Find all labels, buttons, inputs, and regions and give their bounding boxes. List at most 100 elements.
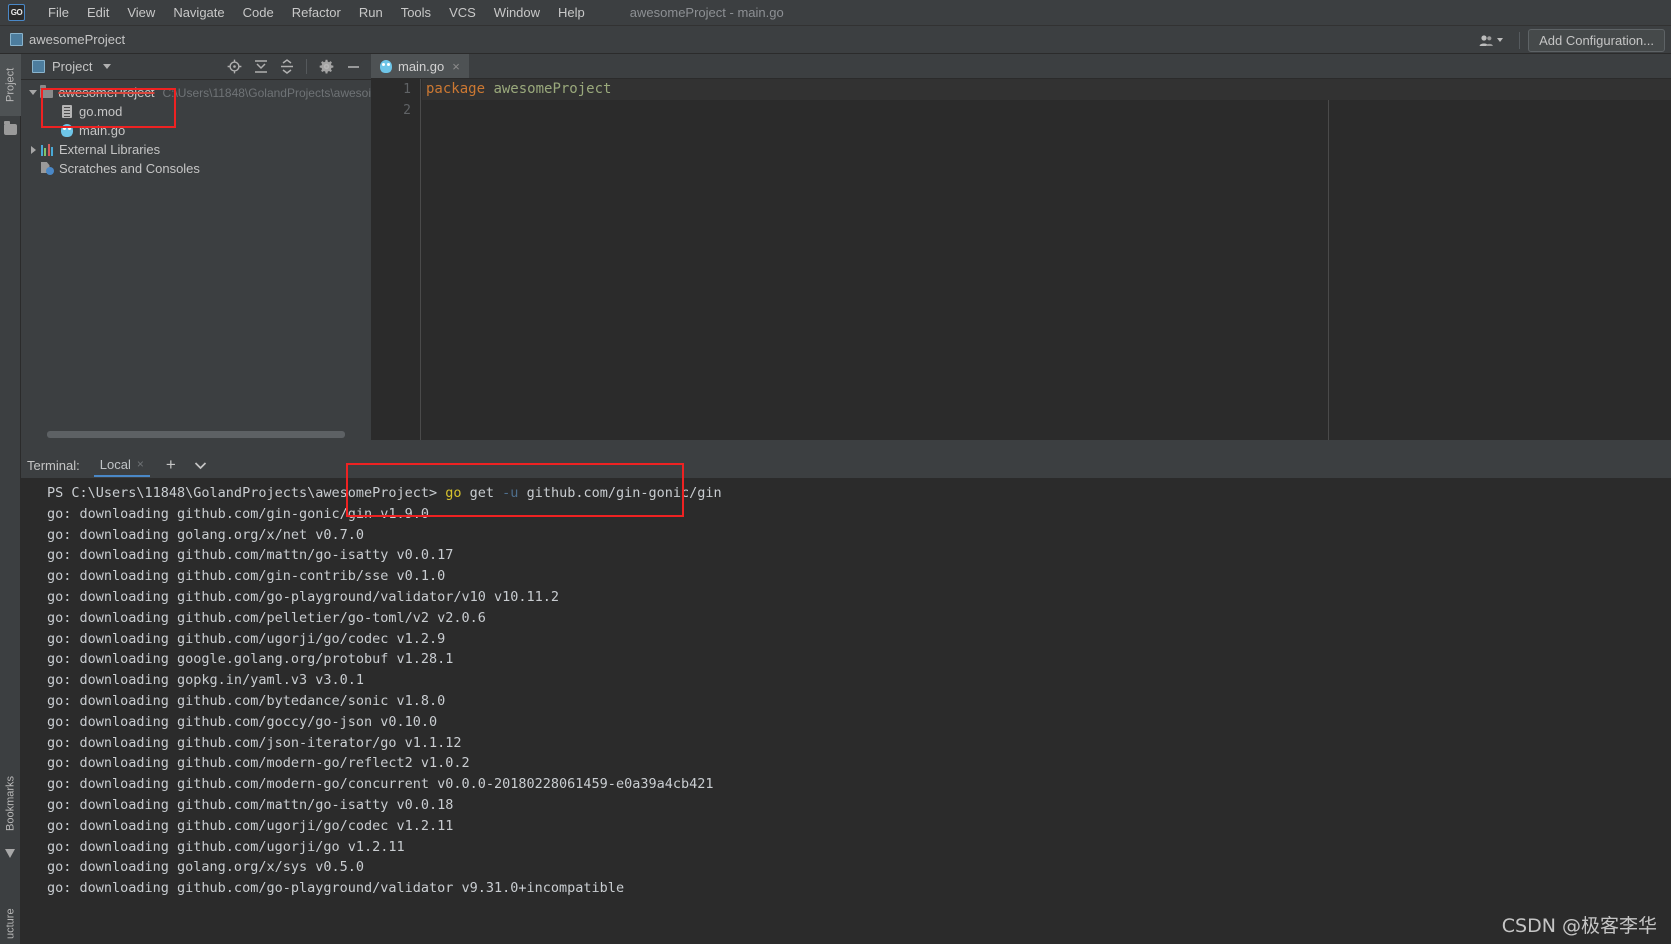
tool-button-structure[interactable]: ucture bbox=[0, 899, 21, 944]
divider bbox=[1519, 31, 1521, 49]
goland-window: GO File Edit View Navigate Code Refactor Run To… bbox=[0, 0, 1671, 944]
terminal-output-line: go: downloading golang.org/x/sys v0.5.0 bbox=[47, 859, 364, 876]
terminal-output-line: go: downloading github.com/go-playground… bbox=[47, 588, 560, 605]
line-number: 1 bbox=[403, 82, 411, 97]
terminal-output[interactable]: PS C:\Users\11848\GolandProjects\awesome… bbox=[21, 478, 1671, 944]
chevron-down-icon[interactable] bbox=[103, 64, 112, 69]
menu-item-view[interactable]: View bbox=[118, 3, 164, 22]
project-panel-horizontal-scrollbar[interactable] bbox=[47, 431, 345, 438]
terminal-output-line: go: downloading github.com/gin-gonic/gin… bbox=[47, 505, 430, 522]
watermark: CSDN @极客李华 bbox=[1501, 915, 1657, 937]
terminal-prompt: PS C:\Users\11848\GolandProjects\awesome… bbox=[47, 485, 446, 501]
keyword-package: package bbox=[426, 81, 486, 97]
code-area[interactable]: 1 2 package awesomeProject bbox=[371, 79, 1671, 440]
tool-button-bookmarks[interactable]: Bookmarks bbox=[0, 764, 21, 842]
terminal-output-lines: go: downloading github.com/gin-gonic/gin… bbox=[47, 504, 1671, 899]
project-module-icon bbox=[10, 33, 23, 46]
terminal-output-line: go: downloading golang.org/x/net v0.7.0 bbox=[47, 526, 364, 543]
folder-icon bbox=[39, 85, 55, 98]
tree-item-label: External Libraries bbox=[59, 142, 161, 157]
terminal-output-line: go: downloading github.com/ugorji/go/cod… bbox=[47, 630, 446, 647]
add-configuration-button[interactable]: Add Configuration... bbox=[1528, 28, 1665, 52]
close-icon[interactable]: × bbox=[137, 457, 144, 471]
tree-item-label: Scratches and Consoles bbox=[59, 161, 200, 176]
code-lines[interactable]: package awesomeProject bbox=[422, 79, 1671, 440]
terminal-header: Terminal: Local × + bbox=[21, 452, 1671, 478]
menu-item-file[interactable]: File bbox=[39, 3, 78, 22]
navigation-bar: awesomeProject Add Configuration... bbox=[0, 26, 1671, 54]
goland-logo-icon: GO bbox=[8, 4, 25, 21]
menu-item-tools[interactable]: Tools bbox=[392, 3, 440, 22]
terminal-output-line: go: downloading github.com/gin-contrib/s… bbox=[47, 568, 446, 585]
tree-item-path: C:\Users\11848\GolandProjects\awesoi bbox=[162, 85, 371, 100]
terminal-output-line: go: downloading github.com/modern-go/ref… bbox=[47, 755, 470, 772]
tree-item-awesomeproject[interactable]: awesomeProject C:\Users\11848\GolandProje… bbox=[21, 83, 371, 102]
terminal-tab-local[interactable]: Local × bbox=[93, 454, 150, 477]
chevron-down-icon[interactable] bbox=[27, 90, 39, 95]
menu-item-code[interactable]: Code bbox=[234, 3, 283, 22]
terminal-label: Terminal: bbox=[27, 457, 80, 473]
go-file-icon bbox=[59, 124, 75, 137]
menu-item-vcs[interactable]: VCS bbox=[440, 3, 485, 22]
tree-item-label: awesomeProject bbox=[58, 85, 155, 100]
code-line-1: package awesomeProject bbox=[422, 79, 1671, 100]
navbar-right-actions: Add Configuration... bbox=[1471, 26, 1665, 54]
project-panel-title-group[interactable]: Project bbox=[32, 59, 112, 74]
tree-item-main-go[interactable]: main.go bbox=[21, 121, 371, 140]
terminal-output-line: go: downloading github.com/mattn/go-isat… bbox=[47, 547, 454, 564]
terminal-output-line: go: downloading gopkg.in/yaml.v3 v3.0.1 bbox=[47, 672, 364, 689]
terminal-output-line: go: downloading google.golang.org/protob… bbox=[47, 651, 454, 668]
menu-item-window[interactable]: Window bbox=[485, 3, 549, 22]
menu-item-refactor[interactable]: Refactor bbox=[283, 3, 350, 22]
libraries-icon bbox=[39, 143, 55, 156]
editor-tab-main-go[interactable]: main.go × bbox=[371, 54, 469, 78]
tree-item-label: main.go bbox=[79, 123, 126, 138]
scratches-icon bbox=[39, 162, 55, 175]
tree-item-external-libraries[interactable]: External Libraries bbox=[21, 140, 371, 159]
locate-icon[interactable] bbox=[227, 59, 242, 74]
left-tool-strip: Project Bookmarks ucture bbox=[0, 54, 21, 944]
terminal-command-go: go bbox=[445, 485, 462, 501]
project-panel-header: Project bbox=[21, 54, 371, 80]
editor-gutter: 1 2 bbox=[371, 79, 421, 440]
chevron-right-icon[interactable] bbox=[27, 146, 39, 154]
menu-item-navigate[interactable]: Navigate bbox=[164, 3, 233, 22]
menu-bar: GO File Edit View Navigate Code Refactor Run To… bbox=[0, 0, 1671, 26]
terminal-tool-window: Terminal: Local × + PS C:\Users\11848\Go… bbox=[21, 452, 1671, 944]
tool-button-project[interactable]: Project bbox=[0, 54, 21, 116]
menu-item-edit[interactable]: Edit bbox=[78, 3, 118, 22]
close-icon[interactable]: × bbox=[452, 59, 460, 74]
settings-gear-icon[interactable] bbox=[319, 59, 334, 74]
people-icon bbox=[1479, 34, 1493, 46]
tree-item-scratches-and-consoles[interactable]: Scratches and Consoles bbox=[21, 159, 371, 178]
folder-icon[interactable] bbox=[4, 121, 17, 135]
collapse-all-icon[interactable] bbox=[280, 59, 294, 74]
terminal-output-line: go: downloading github.com/ugorji/go v1.… bbox=[47, 838, 405, 855]
editor-tab-label: main.go bbox=[398, 58, 445, 74]
hide-panel-icon[interactable] bbox=[346, 59, 361, 74]
menu-item-run[interactable]: Run bbox=[350, 3, 392, 22]
project-tool-window: Project awesomeProject C:\Users\11848\Go… bbox=[21, 54, 371, 440]
window-title: awesomeProject - main.go bbox=[629, 5, 784, 20]
go-mod-file-icon bbox=[59, 105, 75, 118]
terminal-output-line: go: downloading github.com/modern-go/con… bbox=[47, 776, 714, 793]
terminal-output-line: go: downloading github.com/ugorji/go/cod… bbox=[47, 817, 454, 834]
expand-all-icon[interactable] bbox=[254, 59, 268, 74]
terminal-options-chevron-down-icon[interactable] bbox=[190, 458, 211, 473]
terminal-command-target: github.com/gin-gonic/gin bbox=[518, 485, 722, 501]
terminal-output-line: go: downloading github.com/go-playground… bbox=[47, 880, 625, 897]
divider bbox=[306, 59, 307, 74]
bookmark-icon[interactable] bbox=[5, 849, 15, 858]
breadcrumb[interactable]: awesomeProject bbox=[10, 32, 125, 47]
line-number: 2 bbox=[403, 103, 411, 118]
new-terminal-tab-button[interactable]: + bbox=[162, 455, 180, 475]
terminal-output-line: go: downloading github.com/mattn/go-isat… bbox=[47, 796, 454, 813]
user-accounts-button[interactable] bbox=[1471, 31, 1511, 50]
project-icon bbox=[32, 60, 45, 73]
terminal-command-line: PS C:\Users\11848\GolandProjects\awesome… bbox=[47, 483, 1671, 504]
menu-item-help[interactable]: Help bbox=[549, 3, 594, 22]
tree-item-label: go.mod bbox=[79, 104, 123, 119]
tree-item-go-mod[interactable]: go.mod bbox=[21, 102, 371, 121]
terminal-command-args: get bbox=[461, 485, 503, 501]
